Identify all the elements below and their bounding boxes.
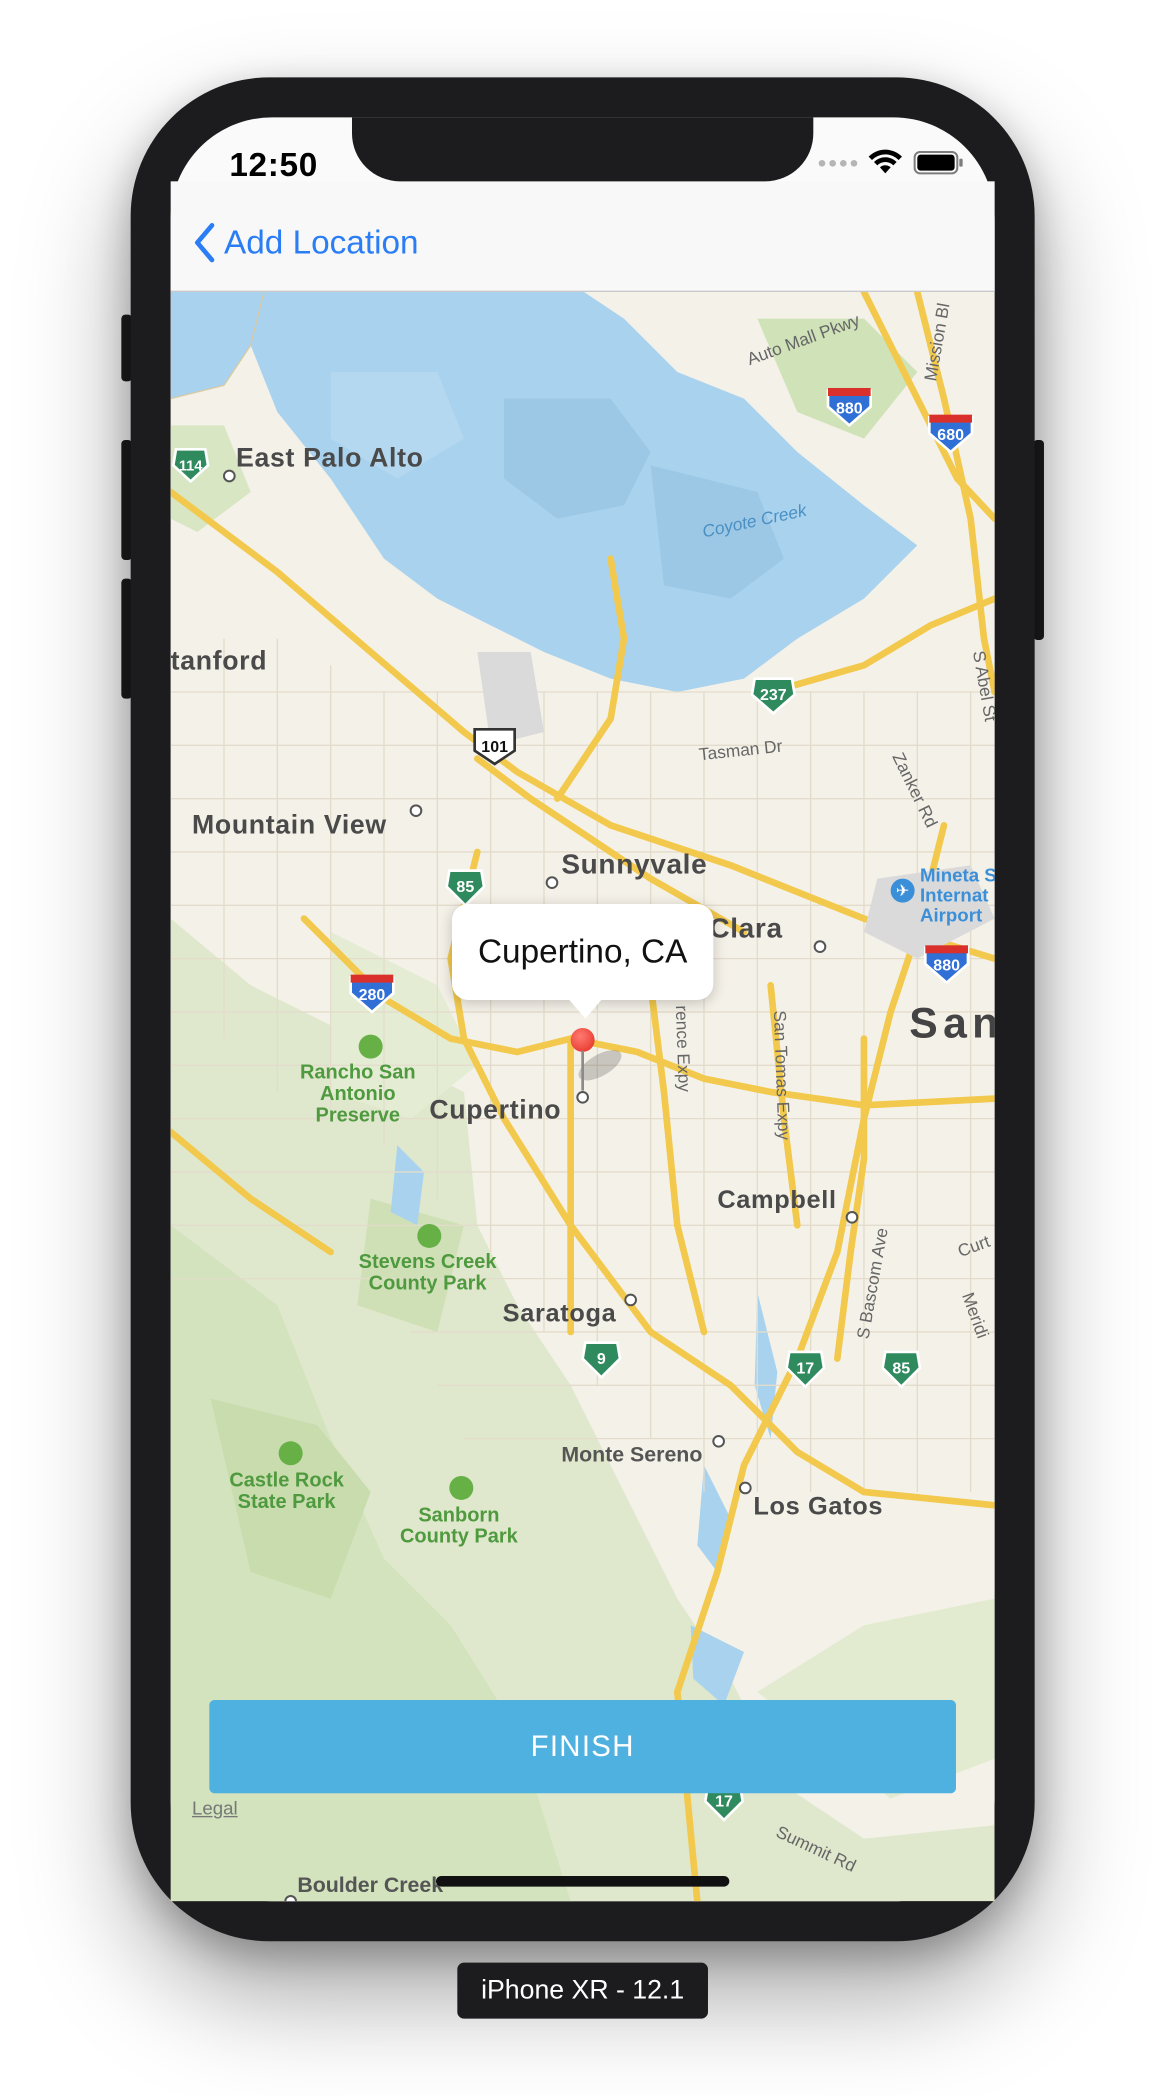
shield-9-text: 9 bbox=[597, 1351, 606, 1368]
shield-85b-text: 85 bbox=[892, 1360, 910, 1377]
shield-85-text: 85 bbox=[456, 879, 474, 896]
map-pin-stem bbox=[581, 1050, 584, 1091]
status-time: 12:50 bbox=[229, 146, 318, 184]
home-indicator[interactable] bbox=[435, 1875, 730, 1887]
label-sanborn: Sanborn County Park bbox=[399, 1503, 518, 1548]
label-stevens-creek: Stevens Creek County Park bbox=[358, 1250, 497, 1295]
label-castle-rock: Castle Rock State Park bbox=[229, 1469, 344, 1514]
notch bbox=[351, 117, 814, 182]
label-airport: Mineta S Internat Airport bbox=[919, 863, 995, 926]
label-los-gatos: Los Gatos bbox=[753, 1493, 884, 1522]
shield-17-text: 17 bbox=[796, 1360, 814, 1377]
back-label: Add Location bbox=[223, 223, 419, 261]
power-button bbox=[1033, 439, 1044, 640]
map-pin-icon[interactable] bbox=[570, 1027, 595, 1052]
label-boulder-creek: Boulder Creek bbox=[297, 1874, 444, 1898]
shield-880-text: 880 bbox=[836, 400, 863, 417]
label-east-palo-alto: East Palo Alto bbox=[235, 443, 424, 474]
label-cupertino: Cupertino bbox=[429, 1095, 562, 1126]
battery-icon bbox=[913, 150, 963, 175]
map-view[interactable]: 114 101 237 880 680 85 280 880 9 17 85 1… bbox=[170, 291, 995, 1902]
shield-680-text: 680 bbox=[937, 427, 964, 444]
label-saratoga: Saratoga bbox=[502, 1299, 617, 1328]
shield-17b-text: 17 bbox=[715, 1794, 733, 1811]
shield-114-text: 114 bbox=[179, 459, 203, 475]
shield-101-text: 101 bbox=[481, 739, 508, 756]
status-icons bbox=[818, 149, 964, 176]
legal-link[interactable]: Legal bbox=[192, 1797, 238, 1818]
location-callout[interactable]: Cupertino, CA bbox=[451, 903, 714, 1019]
label-lawrence-expy: rence Expy bbox=[671, 1004, 695, 1093]
shield-237-text: 237 bbox=[760, 687, 787, 704]
finish-button[interactable]: FINISH bbox=[209, 1699, 956, 1794]
label-sunnyvale: Sunnyvale bbox=[561, 849, 708, 880]
wifi-icon bbox=[868, 149, 902, 174]
shield-280-text: 280 bbox=[359, 987, 386, 1004]
cellular-signal-icon bbox=[818, 159, 858, 166]
label-campbell: Campbell bbox=[717, 1186, 837, 1215]
device-label: iPhone XR - 12.1 bbox=[457, 1962, 708, 2019]
shield-880b-text: 880 bbox=[933, 958, 960, 975]
label-monte-sereno: Monte Sereno bbox=[561, 1443, 703, 1467]
navigation-bar: Add Location bbox=[170, 181, 995, 292]
label-rancho-san-antonio: Rancho San Antonio Preserve bbox=[299, 1061, 416, 1127]
label-stanford: tanford bbox=[170, 646, 268, 676]
back-button[interactable]: Add Location bbox=[192, 221, 419, 264]
airplane-icon: ✈ bbox=[890, 878, 915, 903]
map-background bbox=[170, 291, 995, 1902]
chevron-left-icon bbox=[194, 222, 215, 263]
label-san-jose: San bbox=[909, 998, 995, 1047]
label-mountain-view: Mountain View bbox=[191, 810, 387, 840]
